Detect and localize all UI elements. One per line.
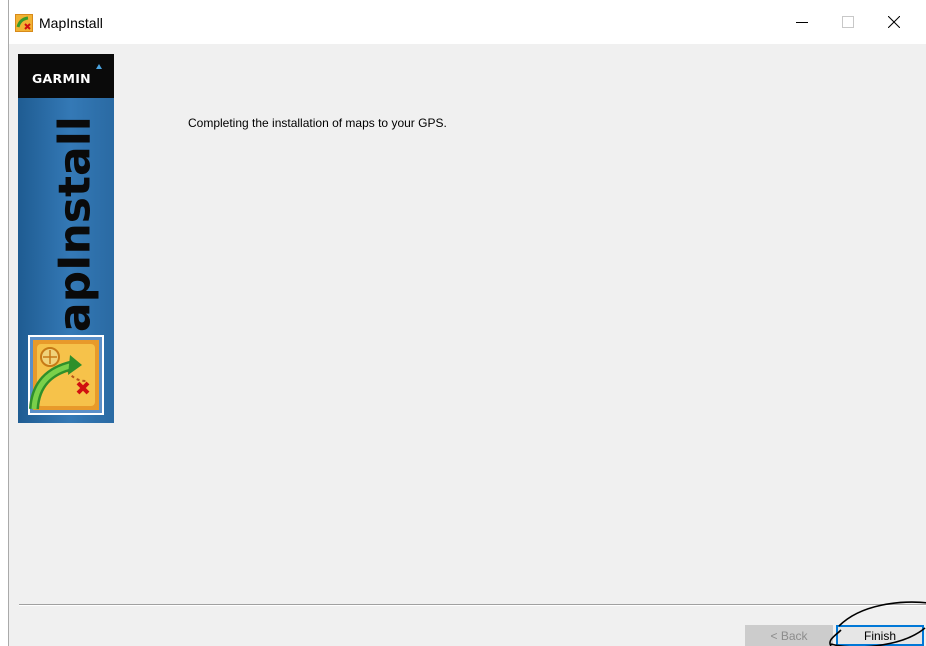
minimize-button[interactable] <box>779 0 825 44</box>
map-install-icon <box>28 335 104 415</box>
garmin-triangle-icon <box>96 64 102 69</box>
installer-window: MapInstall GARMIN MapInstall Completing … <box>8 0 926 646</box>
close-icon <box>888 16 900 28</box>
maximize-button <box>825 0 871 44</box>
back-button: < Back <box>745 625 833 646</box>
brand-text: GARMIN <box>32 71 91 86</box>
window-title: MapInstall <box>39 15 103 31</box>
finish-button[interactable]: Finish <box>836 625 924 646</box>
wizard-sidebar-banner: GARMIN MapInstall <box>18 54 114 423</box>
footer-divider <box>19 604 926 606</box>
map-install-app-icon <box>15 14 33 32</box>
close-button[interactable] <box>871 0 917 44</box>
completion-message: Completing the installation of maps to y… <box>188 116 447 130</box>
garmin-logo: GARMIN <box>18 54 114 98</box>
title-bar[interactable]: MapInstall <box>9 0 926 44</box>
maximize-icon <box>842 16 854 28</box>
minimize-icon <box>796 22 808 23</box>
